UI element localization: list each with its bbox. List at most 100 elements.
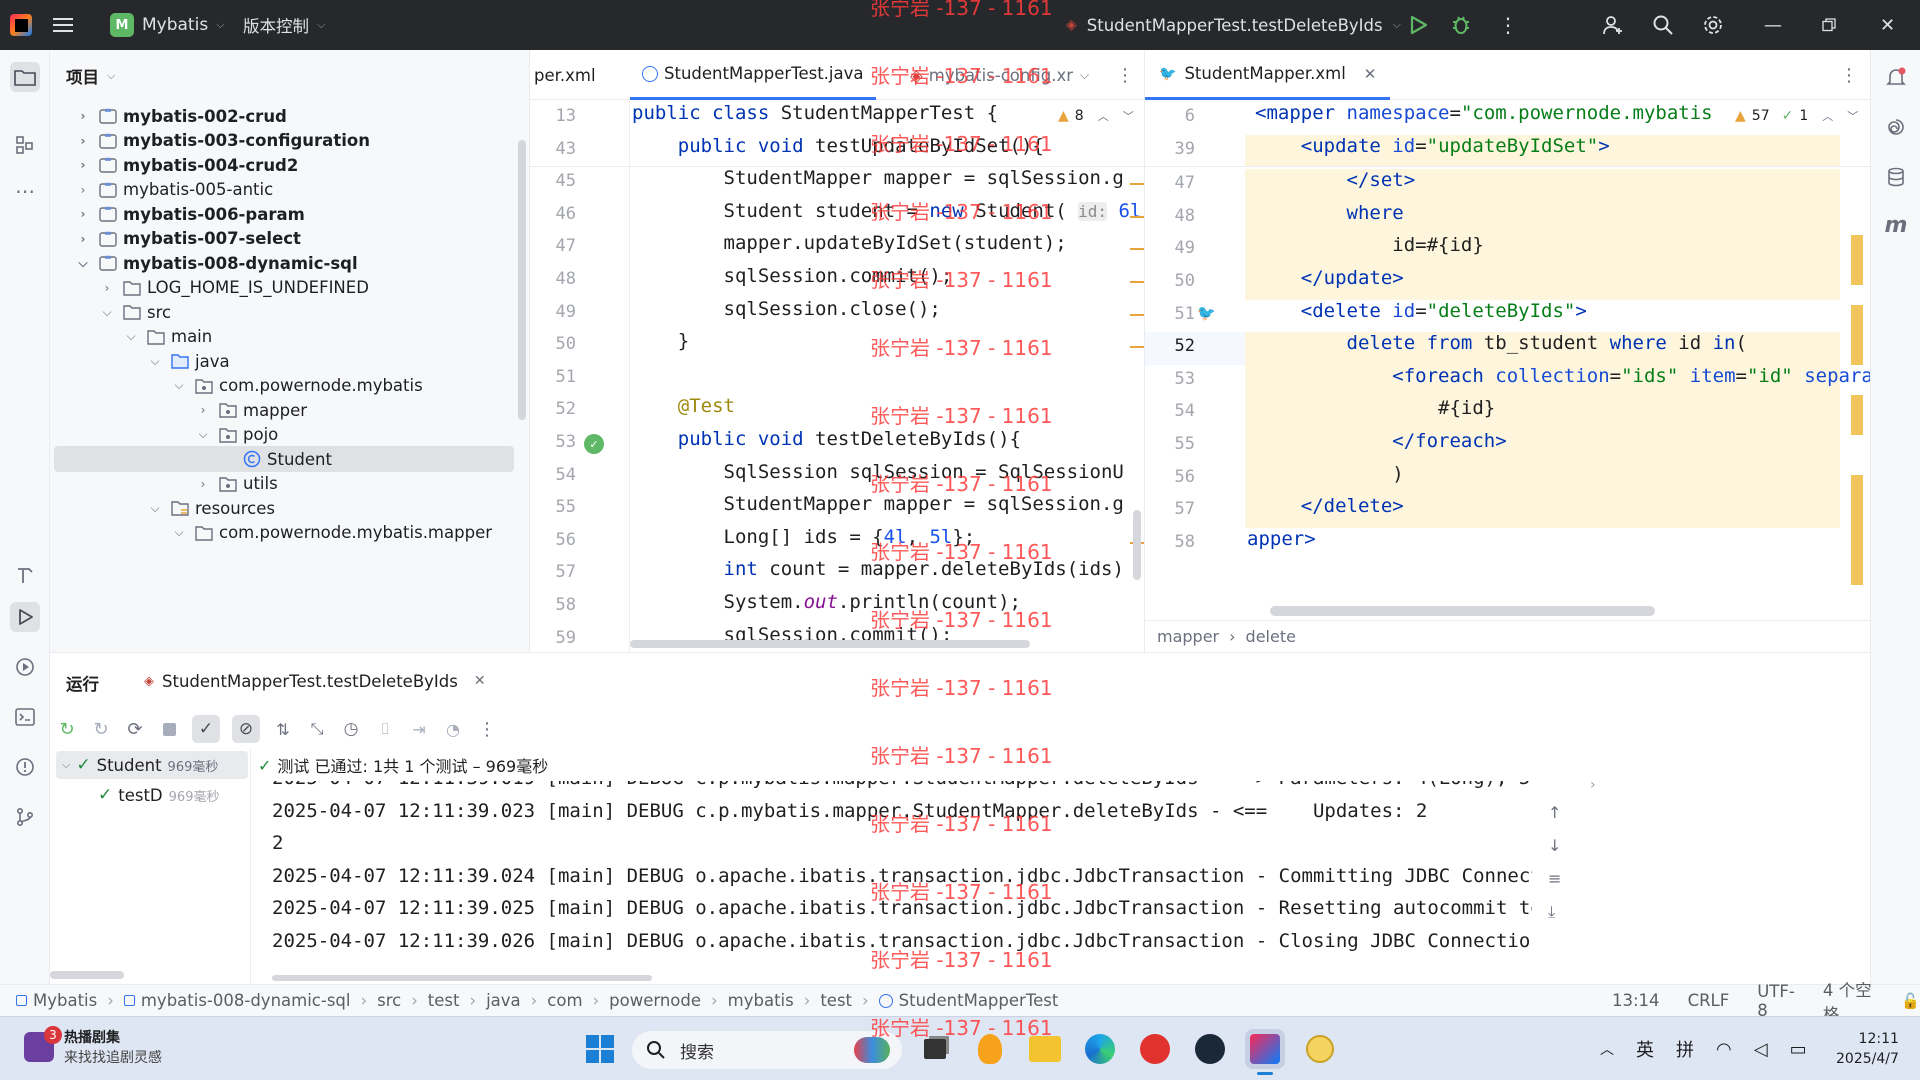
code-line[interactable]: sqlSession.close(); bbox=[632, 298, 941, 320]
code-line[interactable]: sqlSession.commit(); bbox=[632, 265, 953, 287]
path-item[interactable]: mybatis bbox=[728, 991, 794, 1010]
java-code-area[interactable]: 13 43 45 46 47 48 49 50 51 52 53 54 55 56 57 58 59 public… bbox=[530, 100, 1144, 652]
tree-item[interactable]: ⌵ mybatis-008-dynamic-sql bbox=[50, 250, 357, 276]
toggle-autotest-icon[interactable]: ⟳ bbox=[124, 718, 146, 740]
console-line[interactable]: 2025-04-07 12:11:39.023 [main] DEBUG c.p… bbox=[272, 800, 1427, 822]
project-tool-button[interactable] bbox=[10, 62, 40, 92]
code-line[interactable]: SqlSession sqlSession = SqlSessionU bbox=[632, 461, 1124, 483]
restore-button[interactable] bbox=[1822, 0, 1836, 50]
more-actions-icon[interactable]: ⋮ bbox=[1498, 0, 1518, 50]
chevron-right-icon[interactable]: › bbox=[76, 109, 90, 123]
run-test-gutter-icon[interactable]: ✓ bbox=[584, 434, 604, 454]
code-line[interactable]: mapper.updateByIdSet(student); bbox=[632, 232, 1067, 254]
build-tool-button[interactable] bbox=[10, 560, 40, 590]
path-item[interactable]: java bbox=[486, 991, 521, 1010]
start-button[interactable] bbox=[580, 1029, 620, 1069]
ime-mode[interactable]: 英 bbox=[1636, 1036, 1654, 1062]
caret-position[interactable]: 13:14 bbox=[1612, 991, 1660, 1010]
chevron-right-icon[interactable]: › bbox=[1590, 777, 1596, 793]
file-encoding[interactable]: UTF-8 bbox=[1757, 982, 1795, 1020]
battery-icon[interactable]: ▭ bbox=[1790, 1039, 1807, 1060]
line-gutter[interactable]: 13 43 45 46 47 48 49 50 51 52 53 54 55 56 57 58 59 bbox=[530, 100, 630, 652]
tree-scrollbar[interactable] bbox=[518, 140, 526, 420]
git-tool-button[interactable] bbox=[10, 802, 40, 832]
taskbar-app-netease[interactable] bbox=[1135, 1029, 1175, 1069]
close-tab-icon[interactable]: ✕ bbox=[1364, 65, 1377, 83]
code-line[interactable]: </update> bbox=[1255, 267, 1404, 289]
chevron-right-icon[interactable]: › bbox=[196, 403, 210, 417]
lock-icon[interactable]: 🔓 bbox=[1901, 992, 1920, 1010]
search-button[interactable] bbox=[1652, 0, 1674, 50]
scroll-end-icon[interactable]: ⤓ bbox=[1548, 902, 1561, 922]
code-line[interactable]: </delete> bbox=[1255, 495, 1404, 517]
rerun-failed-icon[interactable]: ↻ bbox=[90, 718, 112, 740]
console-line[interactable]: 2025-04-07 12:11:39.024 [main] DEBUG o.a… bbox=[272, 865, 1532, 887]
close-window-button[interactable]: ✕ bbox=[1880, 0, 1895, 50]
code-line[interactable]: public class StudentMapperTest { bbox=[632, 102, 998, 124]
chevron-down-icon[interactable]: ⌵ bbox=[196, 427, 210, 442]
path-item[interactable]: powernode bbox=[609, 991, 701, 1010]
code-line[interactable]: <foreach collection="ids" item="id" sepa… bbox=[1255, 365, 1870, 387]
chevron-down-icon[interactable]: ⌵ bbox=[76, 256, 90, 271]
taskbar-app-intellij[interactable] bbox=[1245, 1029, 1285, 1075]
path-item[interactable]: mybatis-008-dynamic-sql bbox=[141, 991, 351, 1010]
code-line[interactable]: apper> bbox=[1247, 528, 1316, 550]
chevron-right-icon[interactable]: › bbox=[76, 232, 90, 246]
sort-icon[interactable]: ⇅ bbox=[272, 718, 294, 740]
code-line[interactable]: Long[] ids = {4l, 5l}; bbox=[632, 526, 976, 548]
more-tabs-icon[interactable]: ⋮ bbox=[1840, 50, 1858, 100]
run-config-selector[interactable]: ◈ StudentMapperTest.testDeleteByIds ⌵ bbox=[1066, 0, 1401, 50]
code-line[interactable]: StudentMapper mapper = sqlSession.g bbox=[632, 493, 1124, 515]
taskbar-app-steam[interactable] bbox=[1190, 1029, 1230, 1069]
code-line[interactable]: public void testUpdateByIdSet(){ bbox=[632, 135, 1044, 157]
camera-icon[interactable]: ⌷ bbox=[374, 718, 396, 740]
tree-item[interactable]: ⌵ resources bbox=[50, 495, 275, 521]
editor-tab-active[interactable]: StudentMapperTest.java bbox=[630, 50, 876, 100]
code-line[interactable]: ) bbox=[1255, 463, 1403, 485]
code-line[interactable]: Student student = new Student( id: 6l bbox=[632, 200, 1142, 222]
path-item[interactable]: src bbox=[377, 991, 401, 1010]
minimize-button[interactable]: — bbox=[1764, 0, 1782, 50]
inspection-widget[interactable]: ▲ 57 ✓ 1 ︿ ﹀ bbox=[1735, 108, 1859, 124]
breadcrumb-item[interactable]: delete bbox=[1246, 627, 1296, 646]
tree-item[interactable]: › mybatis-004-crud2 bbox=[50, 152, 299, 178]
mybatis-bird-icon[interactable]: 🐦 bbox=[1197, 304, 1216, 322]
chevron-right-icon[interactable]: › bbox=[76, 207, 90, 221]
tree-item[interactable]: ⌵ src bbox=[50, 299, 171, 325]
run-tab[interactable]: ◈ StudentMapperTest.testDeleteByIds ✕ bbox=[136, 659, 494, 703]
app-logo-icon[interactable] bbox=[10, 0, 40, 50]
chevron-down-icon[interactable]: ⌵ bbox=[172, 378, 186, 393]
code-line[interactable]: where bbox=[1255, 202, 1404, 224]
more-actions-icon[interactable]: ⋮ bbox=[476, 718, 498, 740]
tree-item[interactable]: › mybatis-003-configuration bbox=[50, 128, 370, 154]
ime-pinyin[interactable]: 拼 bbox=[1676, 1036, 1694, 1062]
code-line[interactable]: public void testDeleteByIds(){ bbox=[632, 428, 1021, 450]
code-line[interactable]: StudentMapper mapper = sqlSession.g bbox=[632, 167, 1124, 189]
debug-button[interactable] bbox=[1450, 0, 1472, 50]
code-line[interactable]: </foreach> bbox=[1255, 430, 1506, 452]
taskbar-app-edge[interactable] bbox=[1080, 1029, 1120, 1069]
taskbar-app-flame[interactable] bbox=[970, 1029, 1010, 1069]
notifications-button[interactable] bbox=[1881, 62, 1911, 92]
chevron-down-icon[interactable]: ⌵ bbox=[124, 329, 138, 344]
tree-item[interactable]: › utils bbox=[50, 471, 278, 497]
show-passed-icon[interactable]: ✓ bbox=[192, 715, 220, 743]
test-tree-row[interactable]: ✓ testD 969毫秒 bbox=[98, 781, 219, 809]
clock[interactable]: 12:11 2025/4/7 bbox=[1836, 1029, 1899, 1069]
tree-hscrollbar[interactable] bbox=[50, 971, 124, 979]
line-gutter[interactable]: 6 39 47 48 49 50 51 52 53 54 55 56 57 58 bbox=[1145, 100, 1245, 620]
chevron-right-icon[interactable]: › bbox=[76, 134, 90, 148]
code-line[interactable]: delete from tb_student where id in( bbox=[1255, 332, 1747, 354]
taskbar-app-extra[interactable] bbox=[1300, 1029, 1340, 1069]
chevron-right-icon[interactable]: › bbox=[100, 281, 114, 295]
terminal-tool-button[interactable] bbox=[10, 702, 40, 732]
editor-tab[interactable]: per.xml bbox=[534, 50, 596, 100]
tree-item[interactable]: › mybatis-002-crud bbox=[50, 103, 287, 129]
chevron-up-icon[interactable]: ︿ bbox=[1600, 1039, 1614, 1059]
show-ignored-icon[interactable]: ⊘ bbox=[232, 715, 260, 743]
tree-item[interactable]: ⌵ pojo bbox=[50, 422, 278, 448]
code-line[interactable]: System.out.println(count); bbox=[632, 591, 1021, 613]
console-output[interactable]: 2025-04-07 12:11:39.019 [main] DEBUG c.p… bbox=[272, 781, 1532, 981]
maven-m-icon[interactable]: m bbox=[1881, 210, 1911, 240]
close-tab-icon[interactable]: ✕ bbox=[474, 673, 486, 689]
